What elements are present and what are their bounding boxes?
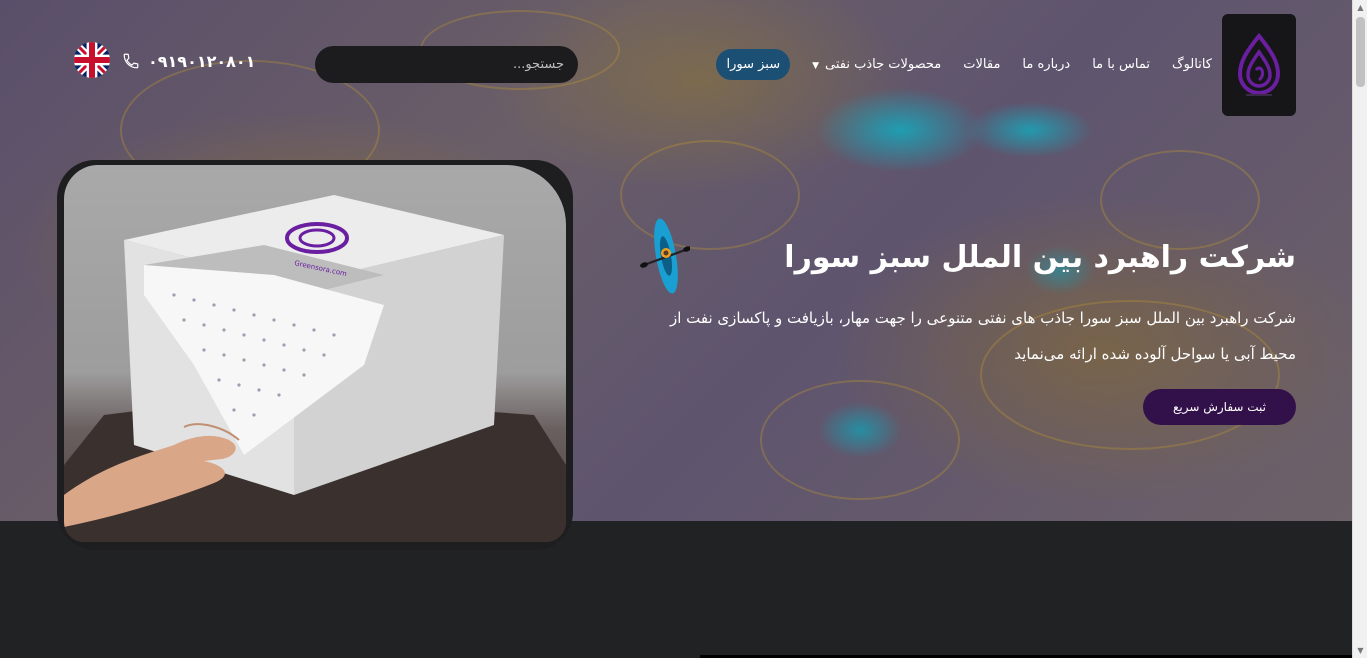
scroll-up-icon[interactable]: ▲ <box>1353 0 1367 15</box>
phone-number: ۰۹۱۹۰۱۲۰۸۰۱ <box>148 51 256 71</box>
page-scrollbar[interactable]: ▲ ▼ <box>1352 0 1367 658</box>
nav-item-articles[interactable]: مقالات <box>963 57 1000 72</box>
hero-description: شرکت راهبرد بین الملل سبز سورا جاذب های … <box>669 309 1296 363</box>
nav-item-catalog[interactable]: کاتالوگ <box>1172 57 1212 72</box>
uk-flag-icon <box>74 42 110 78</box>
chevron-down-icon: ▼ <box>812 60 820 71</box>
quick-order-button[interactable]: ثبت سفارش سریع <box>1143 389 1296 425</box>
sora-logo-icon <box>1237 32 1281 96</box>
kayak-icon <box>640 218 690 294</box>
hero-title: شرکت راهبرد بین الملل سبز سورا <box>784 240 1296 275</box>
search-input[interactable] <box>315 46 578 83</box>
site-logo[interactable] <box>1222 14 1296 116</box>
product-image-card: Greensora.com <box>57 160 573 550</box>
absorbent-pad-box-illustration: Greensora.com <box>64 195 566 542</box>
nav-item-home[interactable]: سبز سورا <box>716 48 791 80</box>
nav-item-contact[interactable]: تماس با ما <box>1092 57 1150 72</box>
phone-icon <box>123 53 139 69</box>
nav-item-about[interactable]: درباره ما <box>1022 57 1070 72</box>
nav-item-products-label: محصولات جاذب نفتی <box>825 56 942 72</box>
product-image: Greensora.com <box>64 165 566 542</box>
scrollbar-thumb[interactable] <box>1356 17 1365 87</box>
phone-contact[interactable]: ۰۹۱۹۰۱۲۰۸۰۱ <box>122 50 255 72</box>
main-nav: سبز سورا محصولات جاذب نفتی ▼ مقالات دربار… <box>716 46 1212 82</box>
language-switch-button[interactable] <box>74 42 110 78</box>
nav-item-products[interactable]: محصولات جاذب نفتی ▼ <box>812 57 941 72</box>
scroll-down-icon[interactable]: ▼ <box>1353 643 1367 658</box>
